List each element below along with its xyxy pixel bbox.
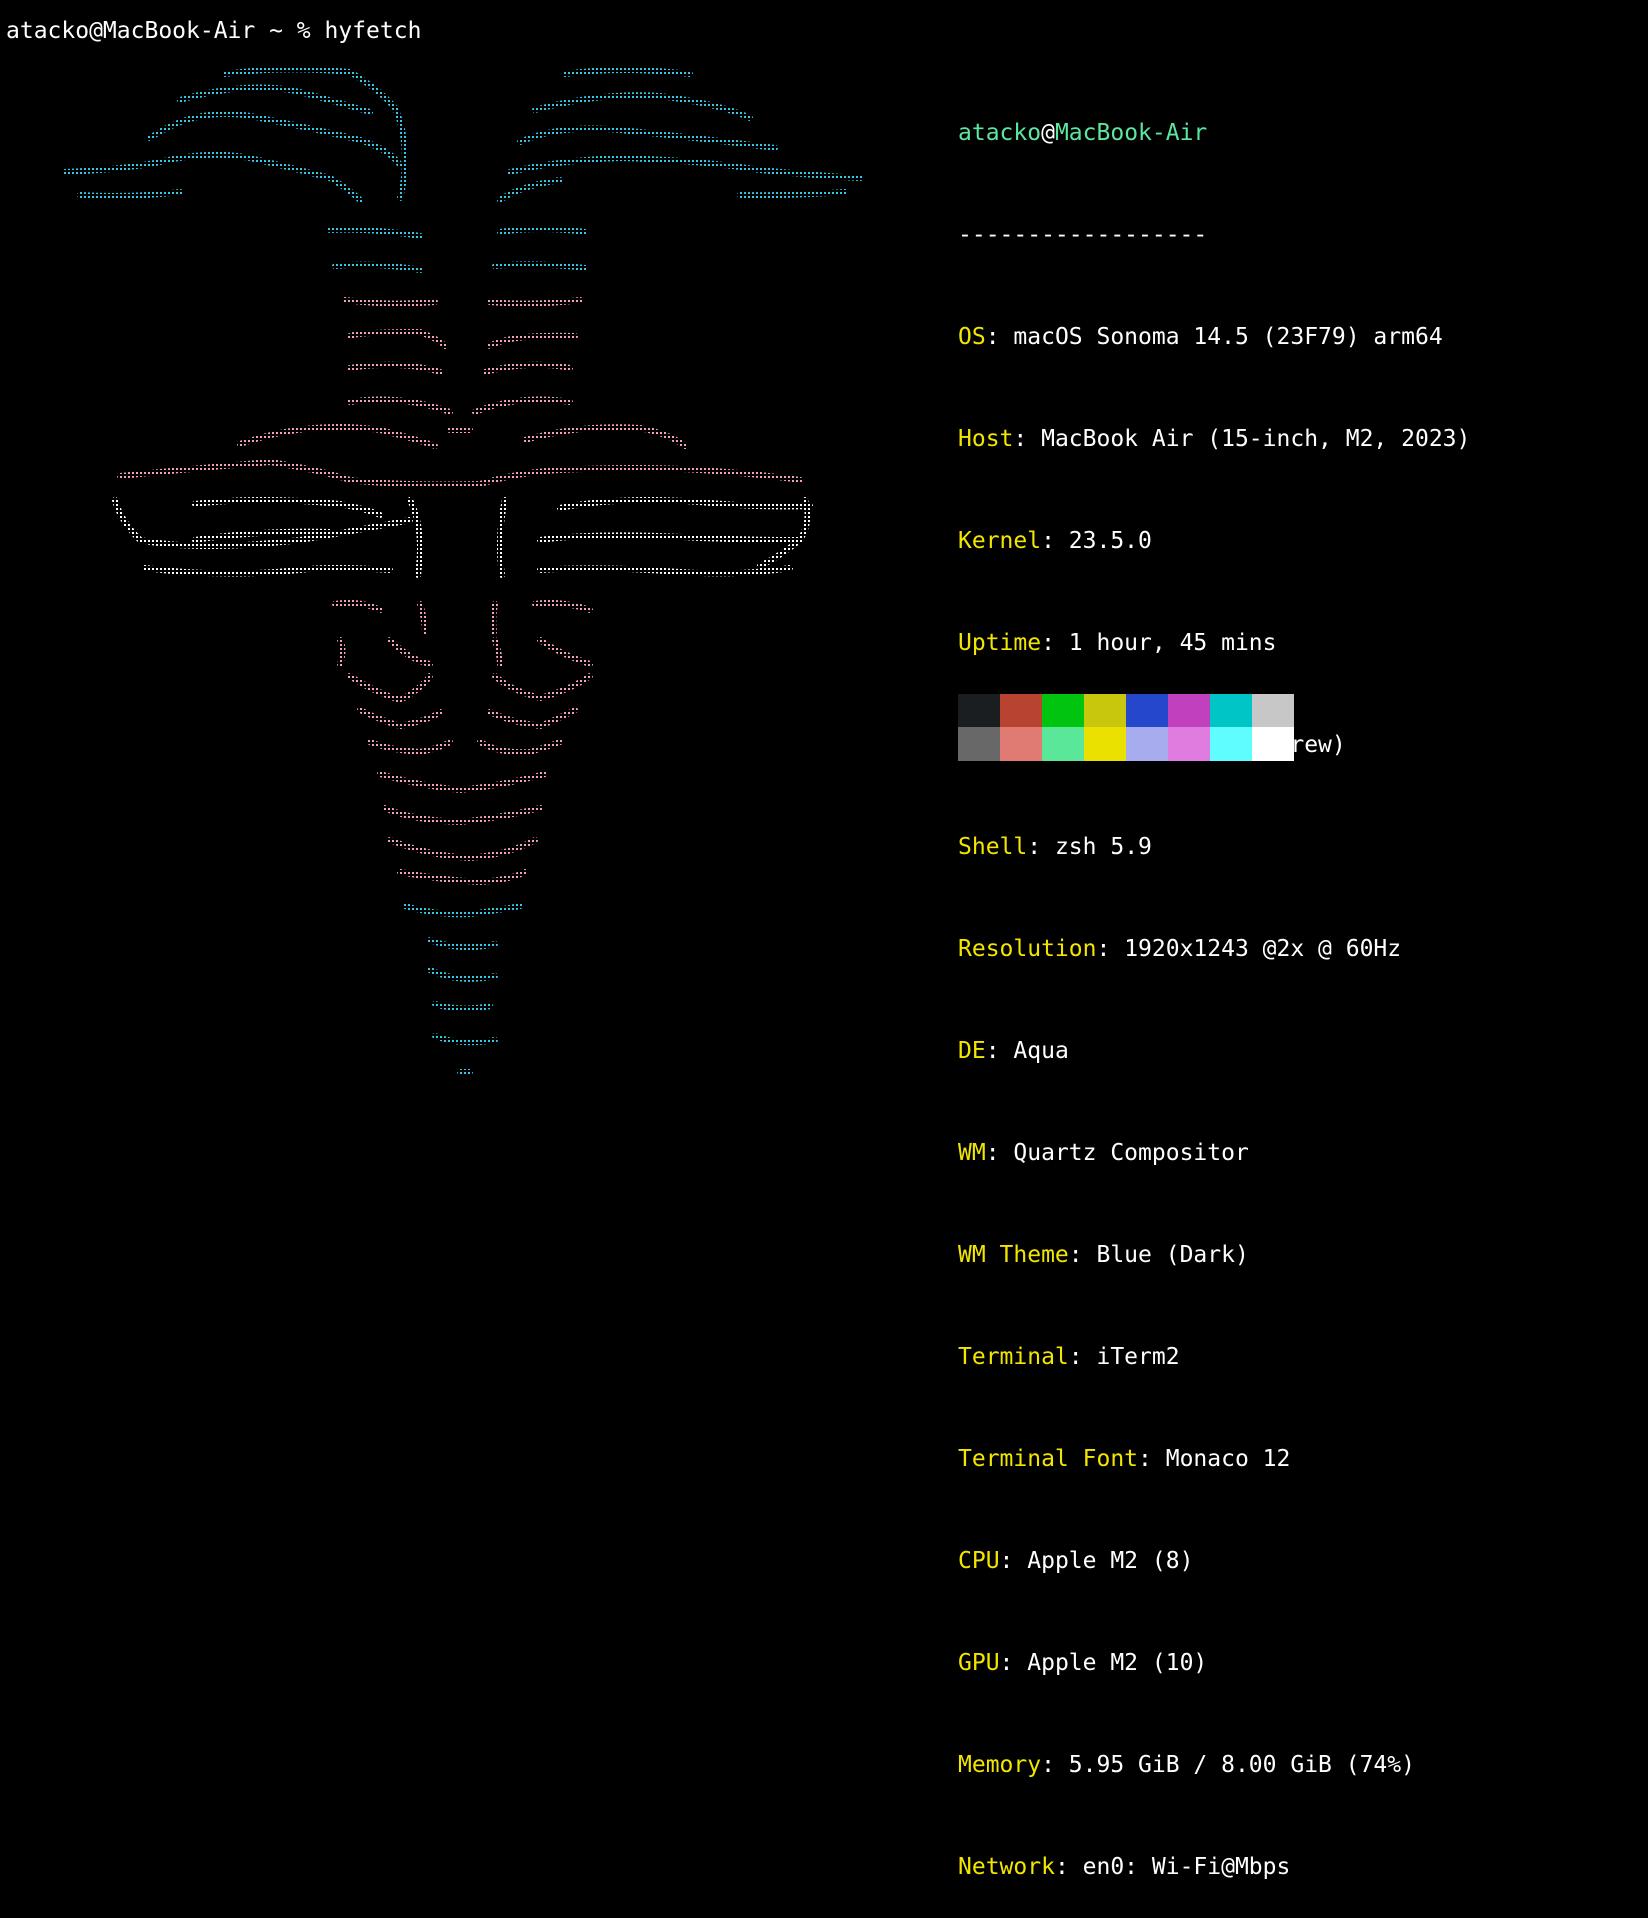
info-value: 5.95 GiB / 8.00 GiB (74%) [1068,1752,1415,1778]
goat-beard [402,903,523,1075]
color-swatch-bright-4 [1126,727,1168,761]
info-colon: : [1027,834,1055,860]
username: atacko [958,120,1042,146]
color-swatch-bright-6 [1210,727,1252,761]
color-swatch-bright-2 [1042,727,1084,761]
color-swatch-normal-2 [1042,694,1084,727]
goat-face-upper [117,297,803,488]
info-row-wm: WM: Quartz Compositor [958,1136,1470,1170]
color-swatch-normal-3 [1084,694,1126,727]
info-row-gpu: GPU: Apple M2 (10) [958,1646,1470,1680]
hostname: MacBook-Air [1054,120,1208,146]
info-value: en0: Wi-Fi@Mbps [1082,1854,1291,1880]
info-value: zsh 5.9 [1054,834,1152,860]
info-row-kernel: Kernel: 23.5.0 [958,524,1470,558]
info-colon: : [1041,1752,1069,1778]
info-colon: : [999,1650,1028,1676]
color-swatch-normal-7 [1252,694,1294,727]
info-colon: : [1068,1242,1097,1268]
info-row-terminal-font: Terminal Font: Monaco 12 [958,1442,1470,1476]
info-key: DE [958,1038,986,1064]
info-key: OS [958,324,986,350]
info-row-de: DE: Aqua [958,1034,1470,1068]
goat-face-lower [332,599,593,886]
info-key: Resolution [958,936,1097,962]
info-colon: : [985,1038,1014,1064]
info-colon: : [1041,630,1069,656]
info-value: 1920x1243 @2x @ 60Hz [1124,936,1402,962]
color-swatch-normal-6 [1210,694,1252,727]
color-swatch-normal-5 [1168,694,1210,727]
info-row-os: OS: macOS Sonoma 14.5 (23F79) arm64 [958,320,1470,354]
at-sign: @ [1041,120,1055,146]
info-row-cpu: CPU: Apple M2 (8) [958,1544,1470,1578]
info-row-memory: Memory: 5.95 GiB / 8.00 GiB (74%) [958,1748,1470,1782]
color-swatch-bright-3 [1084,727,1126,761]
info-row-terminal: Terminal: iTerm2 [958,1340,1470,1374]
info-row-network: Network: en0: Wi-Fi@Mbps [958,1850,1470,1884]
info-colon: : [985,324,1014,350]
info-value: macOS Sonoma 14.5 (23F79) arm64 [1013,324,1443,350]
color-swatch-bright-0 [958,727,1000,761]
info-key: Kernel [958,528,1042,554]
info-colon: : [1041,528,1069,554]
info-colon: : [985,1140,1014,1166]
info-value: Aqua [1013,1038,1069,1064]
color-swatch-normal-0 [958,694,1000,727]
info-key: Terminal [958,1344,1069,1370]
info-value: Apple M2 (10) [1027,1650,1208,1676]
info-colon: : [1138,1446,1166,1472]
goat-ears [112,497,813,578]
info-row-host: Host: MacBook Air (15-inch, M2, 2023) [958,422,1470,456]
color-swatch-bright-1 [1000,727,1042,761]
info-value: Quartz Compositor [1013,1140,1249,1166]
info-key: GPU [958,1650,1000,1676]
info-colon: : [999,1548,1028,1574]
user-host-line: atacko@MacBook-Air [958,116,1470,150]
info-row-wm-theme: WM Theme: Blue (Dark) [958,1238,1470,1272]
color-swatch-normal-4 [1126,694,1168,727]
info-key: Memory [958,1752,1042,1778]
info-key: Host [958,426,1014,452]
separator-line: ------------------ [958,222,1208,248]
color-palette [958,694,1294,761]
color-swatch-bright-7 [1252,727,1294,761]
color-swatch-bright-5 [1168,727,1210,761]
info-colon: : [1068,1344,1097,1370]
info-row-resolution: Resolution: 1920x1243 @2x @ 60Hz [958,932,1470,966]
info-row-shell: Shell: zsh 5.9 [958,830,1470,864]
info-value: Apple M2 (8) [1027,1548,1194,1574]
info-key: Shell [958,834,1028,860]
goat-ascii-art-icon [62,66,863,1075]
info-colon: : [1013,426,1042,452]
info-row-uptime: Uptime: 1 hour, 45 mins [958,626,1470,660]
info-colon: : [1054,1854,1083,1880]
info-key: Network [958,1854,1055,1880]
info-value: 23.5.0 [1068,528,1152,554]
info-key: WM [958,1140,986,1166]
system-info-panel: atacko@MacBook-Air ------------------ OS… [958,48,1470,1918]
goat-horns [62,66,863,273]
color-swatch-normal-1 [1000,694,1042,727]
info-value: Blue (Dark) [1096,1242,1249,1268]
info-value: Monaco 12 [1165,1446,1291,1472]
info-key: WM Theme [958,1242,1069,1268]
info-value: MacBook Air (15-inch, M2, 2023) [1041,426,1471,452]
info-key: CPU [958,1548,1000,1574]
info-value: 1 hour, 45 mins [1068,630,1277,656]
info-value: iTerm2 [1096,1344,1180,1370]
info-key: Terminal Font [958,1446,1139,1472]
info-key: Uptime [958,630,1042,656]
info-colon: : [1096,936,1125,962]
